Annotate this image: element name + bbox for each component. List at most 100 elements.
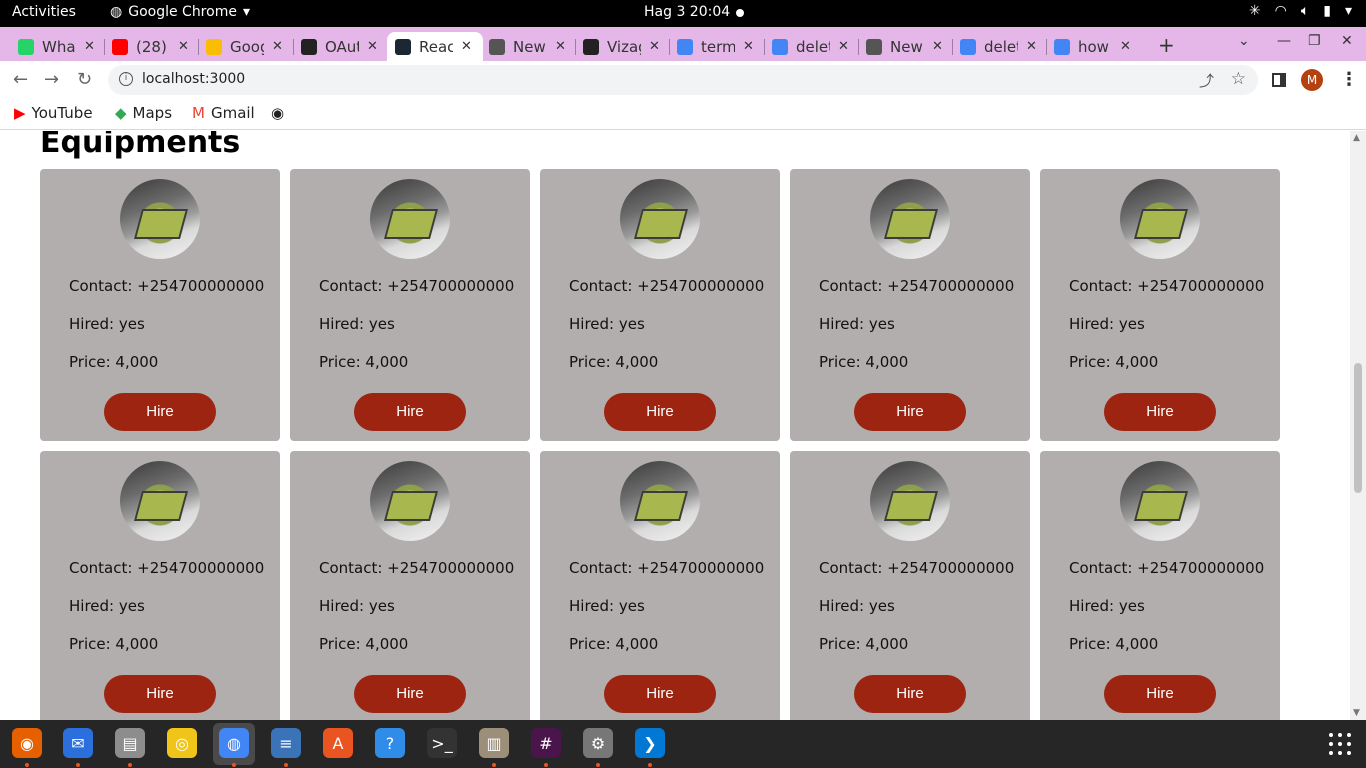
github-icon <box>583 38 599 55</box>
tab-close-icon[interactable]: ✕ <box>272 39 283 54</box>
volume-icon[interactable]: 🔈︎ <box>1301 3 1309 19</box>
equipment-price: Price: 4,000 <box>819 635 909 653</box>
equipment-contact: Contact: +254700000000 <box>1069 277 1265 295</box>
drive-icon <box>206 38 222 55</box>
chevron-down-icon: ▾ <box>242 4 250 20</box>
tab-close-icon[interactable]: ✕ <box>932 39 943 54</box>
chrome-icon[interactable]: ◍ <box>219 728 249 758</box>
files-icon[interactable]: ▤ <box>115 728 145 758</box>
tab-title: (28) YouTube <box>136 37 170 56</box>
scrollbar-thumb[interactable] <box>1354 363 1362 493</box>
tab-close-icon[interactable]: ✕ <box>838 39 849 54</box>
browser-tab[interactable]: delete ✕ <box>772 32 849 61</box>
battery-icon[interactable]: ▮ <box>1323 3 1331 19</box>
page-title: Equipments <box>40 131 241 160</box>
browser-tab[interactable]: React App ✕ <box>387 32 483 61</box>
hire-button[interactable]: Hire <box>854 675 966 713</box>
browser-tab[interactable]: term ✕ <box>677 32 754 61</box>
bookmark-star-icon[interactable]: ☆ <box>1231 69 1246 89</box>
tab-close-icon[interactable]: ✕ <box>1026 39 1037 54</box>
browser-tab[interactable]: (28) YouTube ✕ <box>112 32 189 61</box>
app-menu-label: Google Chrome <box>128 4 237 20</box>
equipment-price: Price: 4,000 <box>69 635 159 653</box>
browser-tab[interactable]: New Tab ✕ <box>489 32 566 61</box>
restore-icon[interactable]: ❐ <box>1308 33 1321 49</box>
app-menu[interactable]: ◍ Google Chrome ▾ <box>110 4 250 20</box>
browser-tab[interactable]: New Tab ✕ <box>866 32 943 61</box>
tab-title: New Tab <box>890 37 924 56</box>
browser-tab[interactable]: WhatsApp ✕ <box>18 32 95 61</box>
power-menu-icon[interactable]: ▾ <box>1345 3 1352 19</box>
page-viewport: Equipments Contact: +254700000000 Hired: … <box>0 131 1350 720</box>
show-apps-icon[interactable] <box>1329 733 1351 755</box>
new-tab-button[interactable]: + <box>1158 33 1175 57</box>
bookmark-maps[interactable]: ◆ Maps <box>115 104 172 122</box>
back-icon[interactable]: ← <box>13 69 28 90</box>
help-icon[interactable]: ? <box>375 728 405 758</box>
firefox-icon[interactable]: ◉ <box>12 728 42 758</box>
hire-button[interactable]: Hire <box>104 675 216 713</box>
address-bar[interactable]: i localhost:3000 ⤴ ☆ <box>108 65 1258 95</box>
hire-button[interactable]: Hire <box>354 675 466 713</box>
hire-button[interactable]: Hire <box>854 393 966 431</box>
page-scrollbar[interactable]: ▲ ▼ <box>1350 131 1366 720</box>
equipment-photo <box>370 179 450 259</box>
tab-close-icon[interactable]: ✕ <box>555 39 566 54</box>
reload-icon[interactable]: ↻ <box>77 69 92 90</box>
tab-close-icon[interactable]: ✕ <box>84 39 95 54</box>
hire-button[interactable]: Hire <box>354 393 466 431</box>
tab-close-icon[interactable]: ✕ <box>743 39 754 54</box>
tab-close-icon[interactable]: ✕ <box>178 39 189 54</box>
equipment-card: Contact: +254700000000 Hired: yes Price: 4… <box>1040 451 1280 720</box>
hire-button[interactable]: Hire <box>104 393 216 431</box>
hire-button[interactable]: Hire <box>604 675 716 713</box>
archive-icon[interactable]: ▥ <box>479 728 509 758</box>
wifi-icon[interactable]: ◠ <box>1275 3 1287 19</box>
browser-menu-icon[interactable]: ⋮ <box>1340 69 1358 90</box>
hire-button[interactable]: Hire <box>1104 675 1216 713</box>
terminal-icon[interactable]: >_ <box>427 728 457 758</box>
side-panel-icon[interactable] <box>1272 73 1286 87</box>
text-editor-icon[interactable]: ≡ <box>271 728 301 758</box>
equipment-photo-detail <box>883 491 939 521</box>
chrome-icon <box>489 38 505 55</box>
close-window-icon[interactable]: ✕ <box>1341 33 1353 49</box>
hire-button[interactable]: Hire <box>1104 393 1216 431</box>
slack-icon[interactable]: # <box>531 728 561 758</box>
tab-search-icon[interactable]: ⌄ <box>1238 33 1250 49</box>
equipment-photo <box>870 179 950 259</box>
hire-button[interactable]: Hire <box>604 393 716 431</box>
activities-button[interactable]: Activities <box>12 4 76 20</box>
bookmark-youtube[interactable]: ▶ YouTube <box>14 104 93 122</box>
tab-close-icon[interactable]: ✕ <box>367 39 378 54</box>
vscode-icon[interactable]: ❯ <box>635 728 665 758</box>
software-icon[interactable]: A <box>323 728 353 758</box>
tab-separator <box>952 39 953 55</box>
scroll-up-icon[interactable]: ▲ <box>1353 133 1360 143</box>
equipment-contact: Contact: +254700000000 <box>69 559 265 577</box>
equipment-photo-detail <box>883 209 939 239</box>
profile-avatar[interactable]: M <box>1301 69 1323 91</box>
browser-tab[interactable]: OAuth ✕ <box>301 32 378 61</box>
scroll-down-icon[interactable]: ▼ <box>1353 708 1360 718</box>
browser-tab[interactable]: Vizag ✕ <box>583 32 660 61</box>
slack-tray-icon[interactable]: ✳ <box>1249 3 1261 19</box>
forward-icon[interactable]: → <box>44 69 59 90</box>
tab-close-icon[interactable]: ✕ <box>1120 39 1131 54</box>
clock[interactable]: Hag 3 20:04 <box>644 4 730 20</box>
minimize-icon[interactable]: — <box>1277 33 1291 49</box>
url-text[interactable]: localhost:3000 <box>142 71 245 87</box>
bookmark-gmail[interactable]: M Gmail <box>192 104 255 122</box>
rhythmbox-icon[interactable]: ◎ <box>167 728 197 758</box>
thunderbird-icon[interactable]: ✉ <box>63 728 93 758</box>
system-tray[interactable]: ✳ ◠ 🔈︎ ▮ ▾ <box>1249 3 1352 19</box>
tab-close-icon[interactable]: ✕ <box>461 39 472 54</box>
share-icon[interactable]: ⤴ <box>1199 70 1214 91</box>
browser-tab[interactable]: Google Drive ✕ <box>206 32 283 61</box>
site-info-icon[interactable]: i <box>119 72 133 86</box>
settings-icon[interactable]: ⚙ <box>583 728 613 758</box>
tab-close-icon[interactable]: ✕ <box>649 39 660 54</box>
browser-tab[interactable]: how ✕ <box>1054 32 1131 61</box>
bookmark-globe[interactable]: ◉ <box>271 104 284 122</box>
browser-tab[interactable]: delete ✕ <box>960 32 1037 61</box>
